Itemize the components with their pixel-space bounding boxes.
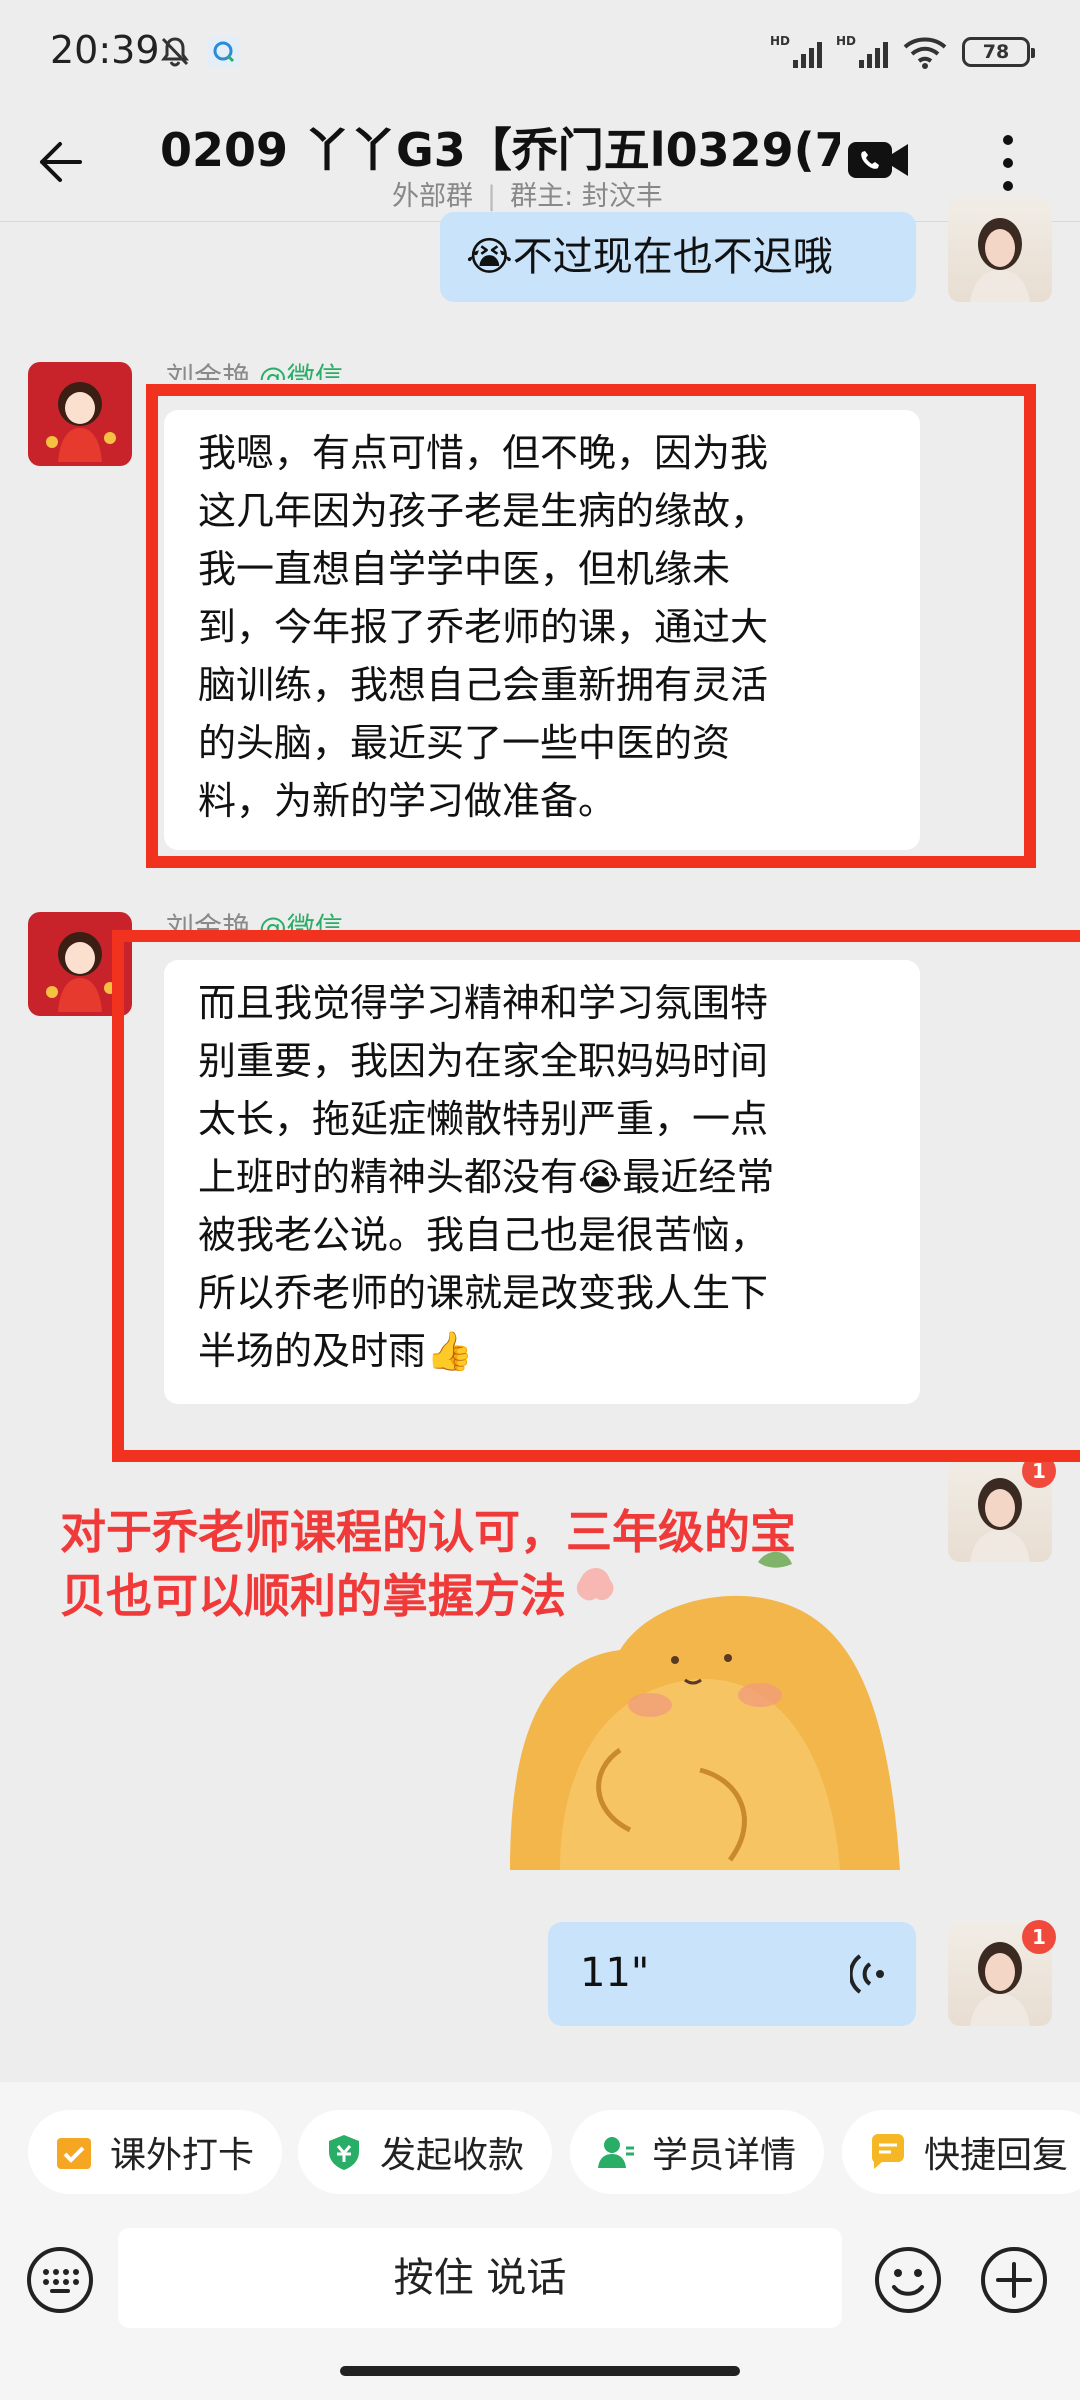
message-bubble-outgoing[interactable]: 😭不过现在也不迟哦 [440, 212, 916, 302]
group-type: 外部群 [392, 181, 473, 212]
hold-to-talk-button[interactable]: 按住 说话 [118, 2228, 842, 2328]
quick-action-checkin[interactable]: 课外打卡 [28, 2110, 283, 2194]
battery-icon: 78 [962, 37, 1035, 67]
status-indicators: HD HD 78 [770, 32, 1035, 72]
quick-reply-icon [872, 2134, 904, 2169]
status-bar: 20:39 HD HD 78 [0, 0, 1080, 110]
status-time: 20:39 [50, 28, 160, 72]
avatar[interactable] [948, 198, 1052, 302]
home-indicator [340, 2366, 740, 2376]
voice-wave-icon [850, 1954, 884, 1994]
chat-title[interactable]: 0209 丫丫G3【乔门五l0329(7) [160, 114, 840, 180]
payment-shield-icon [329, 2135, 359, 2170]
user-card-icon [598, 2137, 634, 2168]
quick-action-quick-reply[interactable]: 快捷回复 [842, 2110, 1080, 2194]
calendar-check-icon [57, 2138, 91, 2169]
chat-subtitle: 外部群 | 群主: 封汶丰 [392, 181, 663, 212]
highlight-box [146, 384, 1036, 868]
unread-badge: 1 [1022, 1920, 1056, 1954]
voice-duration: 11" [580, 1950, 650, 1996]
bell-muted-icon [161, 37, 189, 67]
signal-icon: HD [836, 34, 888, 70]
avatar[interactable] [28, 362, 132, 466]
voice-message-bubble[interactable]: 11" [548, 1922, 916, 2026]
keyboard-icon[interactable] [24, 2244, 96, 2316]
quick-action-payment[interactable]: 发起收款 [298, 2110, 553, 2194]
signal-icon: HD [770, 34, 822, 70]
annotation-text: 对于乔老师课程的认可，三年级的宝 贝也可以顺利的掌握方法 [60, 1505, 796, 1623]
quick-action-student-details[interactable]: 学员详情 [570, 2110, 825, 2194]
highlight-box [112, 930, 1080, 1462]
group-owner: 群主: 封汶丰 [510, 181, 663, 212]
input-bar: 按住 说话 [0, 2222, 1080, 2400]
plus-icon[interactable] [978, 2244, 1050, 2316]
quick-action-bar: 课外打卡 发起收款 学员详情 快捷回复 [0, 2082, 1080, 2222]
video-call-icon[interactable] [846, 136, 910, 184]
wifi-icon [903, 37, 947, 69]
app-notification-icon [208, 36, 240, 68]
more-options-icon[interactable] [990, 130, 1026, 196]
emoji-icon[interactable] [872, 2244, 944, 2316]
chat-header: 0209 丫丫G3【乔门五l0329(7) 外部群 | 群主: 封汶丰 [0, 110, 1080, 222]
back-arrow-icon[interactable] [30, 132, 90, 192]
